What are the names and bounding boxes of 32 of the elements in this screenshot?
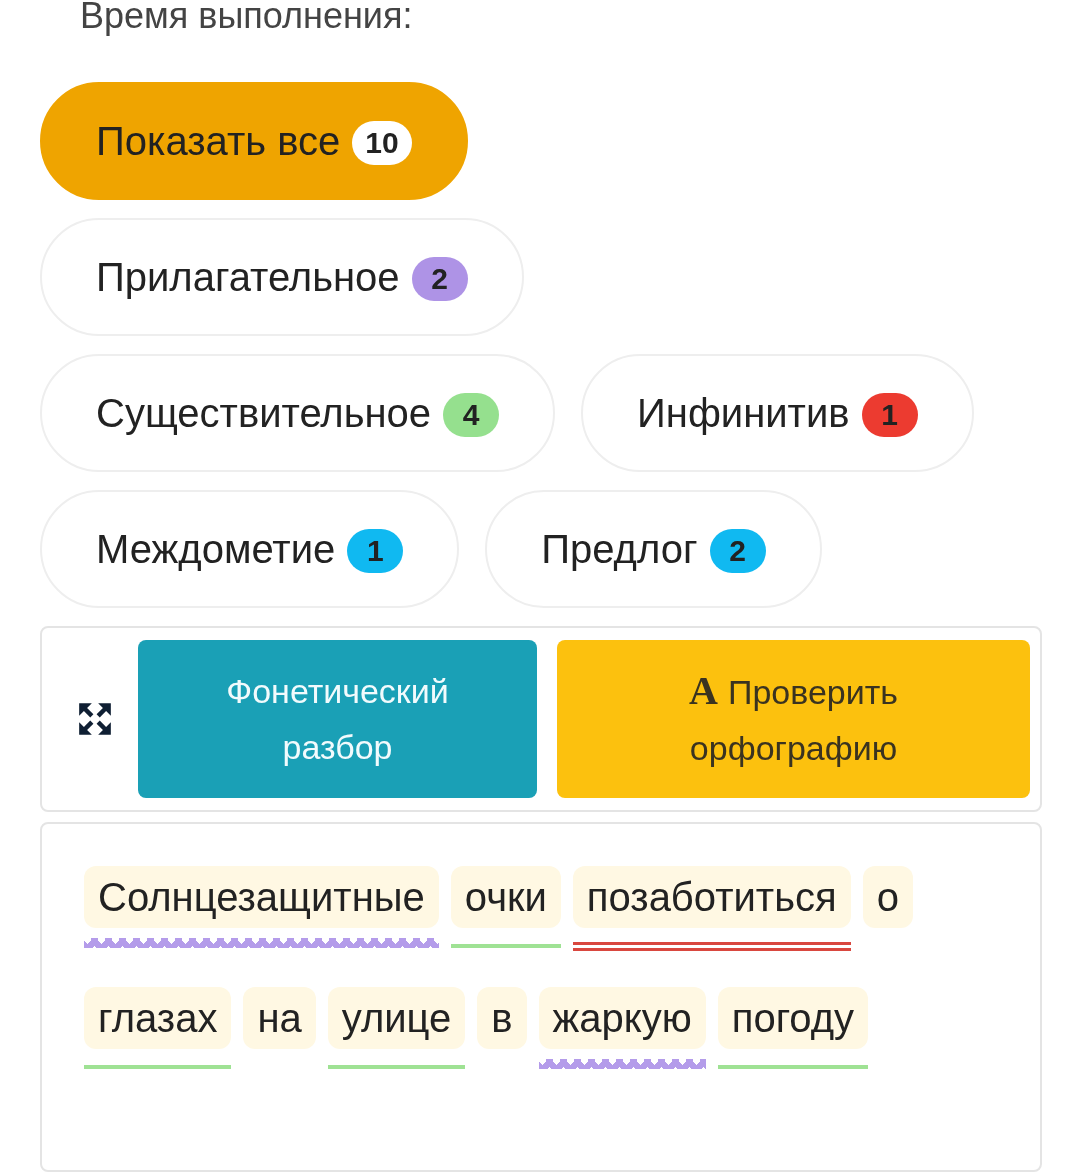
count-badge: 10 [352,121,412,165]
letter-icon: A [689,667,718,713]
word-chip[interactable]: Солнцезащитные [84,866,439,928]
filter-label: Междометие [96,526,336,572]
filter-label: Прилагательное [96,254,400,300]
filter-label: Существительное [96,390,432,436]
filter-chip[interactable]: Предлог 2 [485,490,822,608]
word-chip[interactable]: глазах [84,987,232,1049]
expand-icon[interactable] [76,700,114,738]
count-badge: 1 [347,529,404,573]
count-badge: 2 [709,529,766,573]
count-badge: 4 [443,393,500,437]
filter-chip[interactable]: Прилагательное 2 [40,218,524,336]
filter-label: Показать все [96,118,341,164]
filter-label: Предлог [541,526,698,572]
filter-chip[interactable]: Показать все 10 [40,82,468,200]
word-chip[interactable]: позаботиться [572,866,851,928]
word-chip[interactable]: погоду [717,987,869,1049]
word-chip[interactable]: жаркую [538,987,706,1049]
filter-label: Инфинитив [637,390,850,436]
filter-chip[interactable]: Междометие 1 [40,490,460,608]
filter-chip[interactable]: Инфинитив 1 [581,354,974,472]
count-badge: 2 [411,257,468,301]
word-chip[interactable]: о [862,866,913,928]
word-chip[interactable]: в [477,987,527,1049]
spell-check-button[interactable]: A Проверить орфографию [557,640,1030,798]
word-chip[interactable]: на [243,987,316,1049]
word-chip[interactable]: улице [327,987,466,1049]
count-badge: 1 [861,393,918,437]
filter-chip[interactable]: Существительное 4 [40,354,556,472]
word-chip[interactable]: очки [450,866,561,928]
section-heading: Время выполнения: [79,0,414,34]
